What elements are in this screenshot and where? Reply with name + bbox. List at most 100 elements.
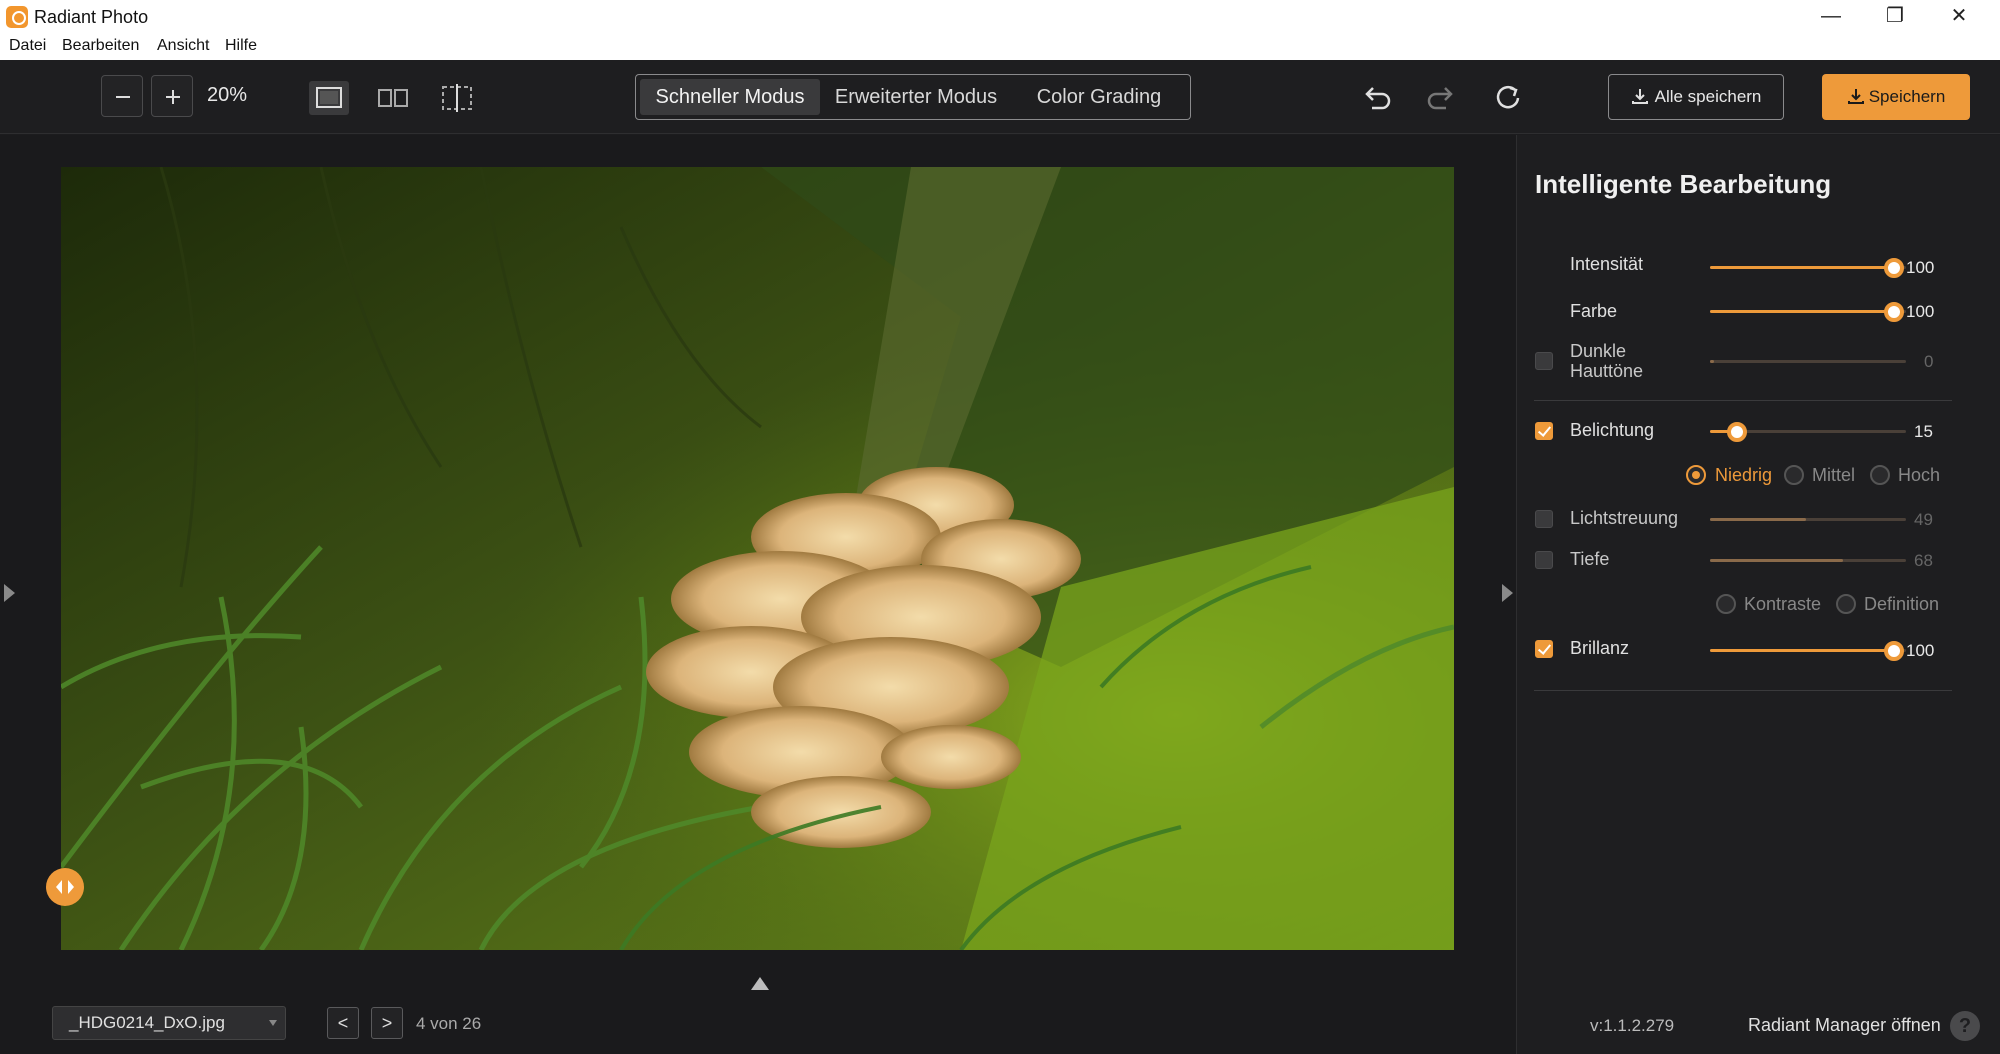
tab-color-grading[interactable]: Color Grading <box>1012 79 1186 115</box>
single-view-button[interactable] <box>309 81 349 115</box>
zoom-in-button[interactable] <box>151 75 193 117</box>
checkbox-dunkle-hauttoene[interactable] <box>1535 352 1553 370</box>
slider-dunkle-hauttoene[interactable] <box>1710 360 1906 363</box>
close-button[interactable]: ✕ <box>1926 0 1992 34</box>
save-label: Speichern <box>1868 87 1946 106</box>
chevron-right-icon: > <box>381 1013 393 1033</box>
slider-fill <box>1710 649 1895 652</box>
download-icon <box>1631 89 1648 104</box>
file-dropdown[interactable]: _HDG0214_DxO.jpg <box>52 1006 286 1040</box>
label-dunkle-hauttoene: Dunkle Hauttöne <box>1570 341 1644 381</box>
label-definition: Definition <box>1864 594 1940 614</box>
slider-lichtstreuung[interactable] <box>1710 518 1906 521</box>
label-brillanz: Brillanz <box>1570 638 1630 658</box>
checkbox-lichtstreuung[interactable] <box>1535 510 1553 528</box>
radio-niedrig[interactable] <box>1686 465 1706 485</box>
value-farbe: 100 <box>1906 302 1935 321</box>
maximize-button[interactable]: ❐ <box>1862 0 1928 34</box>
mushroom-photo <box>61 167 1454 950</box>
compare-view-button[interactable] <box>437 81 477 115</box>
save-all-button[interactable]: Alle speichern <box>1608 74 1784 120</box>
slider-fill <box>1710 518 1807 521</box>
app-title: Radiant Photo <box>34 7 149 27</box>
divider <box>1534 690 1952 691</box>
split-view-icon <box>378 89 408 107</box>
redo-button[interactable] <box>1424 80 1460 116</box>
slider-fill <box>1710 360 1714 363</box>
value-belichtung: 15 <box>1914 422 1933 441</box>
page-count: 4 von 26 <box>416 1014 482 1033</box>
photo-preview[interactable] <box>61 167 1454 950</box>
slider-farbe[interactable] <box>1710 302 1906 322</box>
tab-erweiterter-modus[interactable]: Erweiterter Modus <box>826 79 1006 115</box>
label-mittel: Mittel <box>1812 465 1856 485</box>
redo-icon <box>1427 87 1453 110</box>
next-image-button[interactable]: > <box>371 1007 403 1039</box>
slider-fill <box>1710 310 1895 313</box>
chevron-down-icon <box>269 1020 277 1026</box>
label-farbe: Farbe <box>1570 301 1618 321</box>
filmstrip-toggle-icon[interactable] <box>751 977 769 990</box>
toolbar: 20% Schneller Modus Erweiterter Modus Co… <box>0 60 2000 134</box>
compare-arrows-icon <box>56 880 74 894</box>
compare-view-icon <box>442 84 472 112</box>
slider-tiefe[interactable] <box>1710 559 1906 562</box>
expand-right-icon[interactable] <box>1502 584 1513 602</box>
value-intensitaet: 100 <box>1906 258 1935 277</box>
app-logo-icon <box>6 6 28 28</box>
compare-slider-handle[interactable] <box>46 868 84 906</box>
mode-switcher: Schneller Modus Erweiterter Modus Color … <box>635 74 1191 120</box>
panel-title: Intelligente Bearbeitung <box>1535 169 1832 199</box>
split-view-button[interactable] <box>373 81 413 115</box>
help-icon[interactable]: ? <box>1950 1011 1980 1041</box>
radio-mittel[interactable] <box>1784 465 1804 485</box>
value-tiefe: 68 <box>1914 551 1933 570</box>
slider-intensitaet[interactable] <box>1710 258 1906 278</box>
file-name: _HDG0214_DxO.jpg <box>69 1013 225 1032</box>
label-belichtung: Belichtung <box>1570 420 1655 440</box>
zoom-out-button[interactable] <box>101 75 143 117</box>
undo-icon <box>1365 87 1391 110</box>
zoom-level: 20% <box>207 84 248 106</box>
radio-definition[interactable] <box>1836 594 1856 614</box>
label-niedrig: Niedrig <box>1715 465 1773 485</box>
label-kontraste: Kontraste <box>1744 594 1822 614</box>
reset-icon <box>1496 85 1520 109</box>
value-brillanz: 100 <box>1906 641 1935 660</box>
image-canvas[interactable] <box>0 135 1516 1054</box>
save-all-label: Alle speichern <box>1654 87 1762 106</box>
radiant-manager-link[interactable]: Radiant Manager öffnen <box>1748 1015 1941 1036</box>
radio-kontraste[interactable] <box>1716 594 1736 614</box>
plus-icon <box>166 90 180 104</box>
prev-image-button[interactable]: < <box>327 1007 359 1039</box>
version-label: v:1.1.2.279 <box>1590 1016 1675 1035</box>
slider-fill <box>1710 266 1895 269</box>
checkbox-tiefe[interactable] <box>1535 551 1553 569</box>
menu-ansicht[interactable]: Ansicht <box>157 37 209 55</box>
minimize-button[interactable]: — <box>1798 0 1864 34</box>
undo-button[interactable] <box>1358 80 1394 116</box>
label-lichtstreuung: Lichtstreuung <box>1570 508 1679 528</box>
label-tiefe: Tiefe <box>1570 549 1610 569</box>
menu-datei[interactable]: Datei <box>9 37 46 55</box>
label-hoch: Hoch <box>1898 465 1941 485</box>
chevron-left-icon: < <box>337 1013 349 1033</box>
menu-bearbeiten[interactable]: Bearbeiten <box>62 37 139 55</box>
checkbox-brillanz[interactable] <box>1535 640 1553 658</box>
reset-button[interactable] <box>1490 80 1526 116</box>
label-intensitaet: Intensität <box>1570 254 1644 274</box>
title-bar: Radiant Photo — ❐ ✕ <box>0 0 2000 34</box>
value-lichtstreuung: 49 <box>1914 510 1933 529</box>
tab-schneller-modus[interactable]: Schneller Modus <box>640 79 820 115</box>
radio-hoch[interactable] <box>1870 465 1890 485</box>
expand-left-icon[interactable] <box>4 584 15 602</box>
value-dunkle-hauttoene: 0 <box>1924 352 1934 371</box>
divider <box>1534 400 1952 401</box>
slider-brillanz[interactable] <box>1710 641 1906 661</box>
download-icon <box>1847 89 1864 104</box>
slider-fill <box>1710 559 1844 562</box>
slider-belichtung[interactable] <box>1710 422 1906 442</box>
menu-hilfe[interactable]: Hilfe <box>225 37 257 55</box>
checkbox-belichtung[interactable] <box>1535 422 1553 440</box>
save-button[interactable]: Speichern <box>1822 74 1970 120</box>
